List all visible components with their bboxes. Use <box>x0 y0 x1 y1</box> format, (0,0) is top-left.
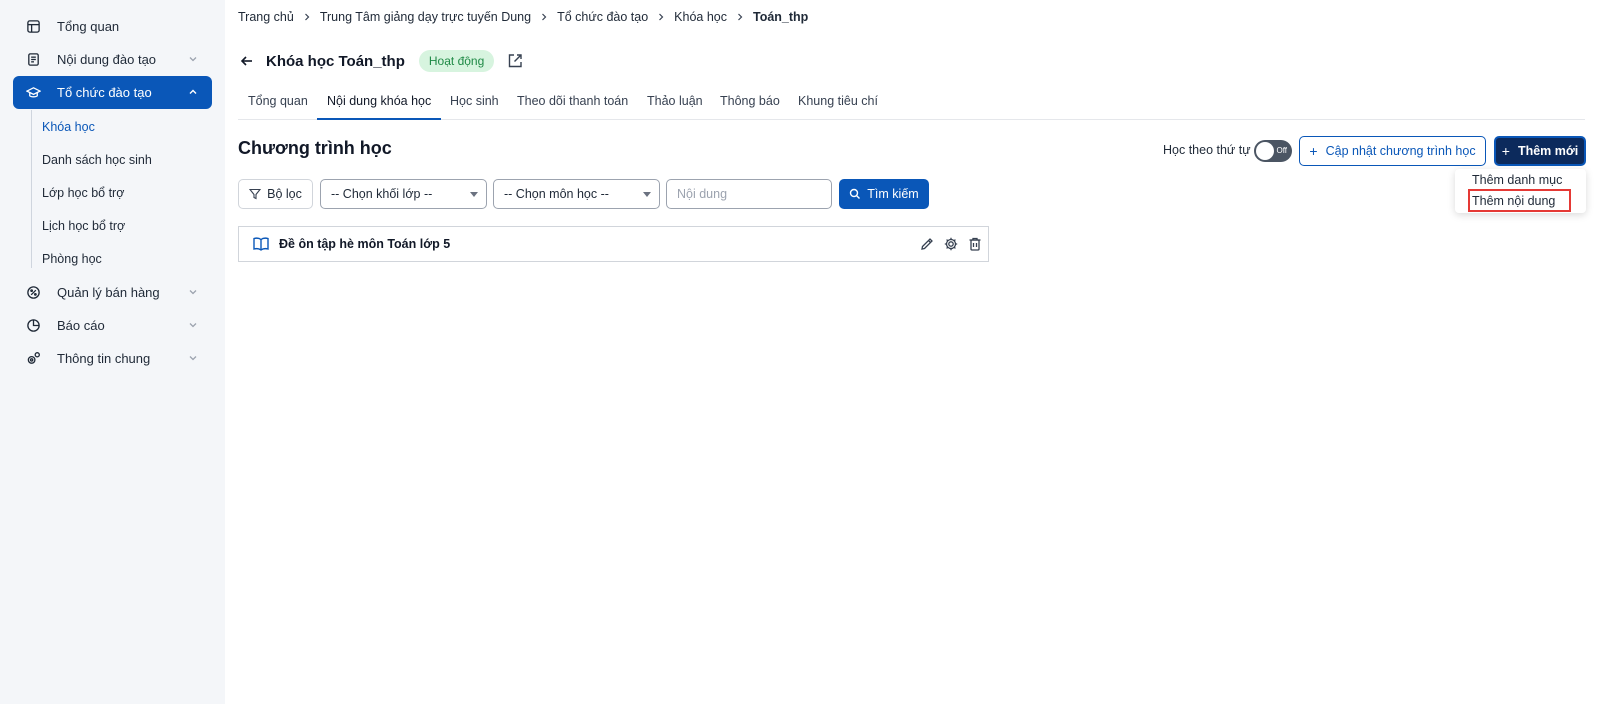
sidebar: Tổng quan Nội dung đào tạo Tổ chức đào t… <box>0 0 225 704</box>
section-title: Chương trình học <box>238 138 392 158</box>
sidebar-item-reports[interactable]: Báo cáo <box>13 309 212 342</box>
list-item[interactable]: Đề ôn tập hè môn Toán lớp 5 <box>238 226 989 262</box>
arrow-left-icon[interactable] <box>238 52 256 70</box>
filter-label: Bộ lọc <box>267 187 302 201</box>
sequential-learning-toggle[interactable]: Off <box>1254 140 1292 162</box>
sidebar-item-label: Tổng quan <box>57 19 120 34</box>
sidebar-item-training-content[interactable]: Nội dung đào tạo <box>13 43 212 76</box>
chevron-right-icon <box>659 13 664 21</box>
dashboard-icon <box>23 17 43 37</box>
status-badge: Hoạt động <box>418 50 495 72</box>
sidebar-subitem-supplementary-classes[interactable]: Lớp học bổ trợ <box>42 183 124 203</box>
page-header: Khóa học Toán_thp Hoạt động <box>238 48 524 74</box>
trash-icon[interactable] <box>967 236 983 252</box>
sidebar-item-training-organization[interactable]: Tổ chức đào tạo <box>13 76 212 109</box>
breadcrumb-current: Toán_thp <box>752 10 809 24</box>
menu-item-add-category[interactable]: Thêm danh mục <box>1472 173 1562 187</box>
search-button[interactable]: Tìm kiếm <box>839 179 929 209</box>
settings-icon <box>23 349 43 369</box>
list-item-title: Đề ôn tập hè môn Toán lớp 5 <box>279 237 451 251</box>
tab-payment-tracking[interactable]: Theo dõi thanh toán <box>507 88 638 120</box>
add-new-dropdown: Thêm danh mục Thêm nội dung <box>1455 169 1586 213</box>
tab-criteria[interactable]: Khung tiêu chí <box>788 88 888 120</box>
tab-students[interactable]: Học sinh <box>440 88 509 120</box>
search-icon <box>850 188 861 199</box>
caret-down-icon <box>470 192 478 197</box>
external-link-icon[interactable] <box>506 52 524 70</box>
filter-button[interactable]: Bộ lọc <box>238 179 313 209</box>
breadcrumb: Trang chủ Trung Tâm giảng dạy trực tuyến… <box>238 8 808 26</box>
sidebar-item-general-info[interactable]: Thông tin chung <box>13 342 212 375</box>
tab-overview[interactable]: Tổng quan <box>238 88 318 120</box>
submenu-guide-line <box>31 110 32 268</box>
highlight-box <box>1468 189 1571 212</box>
chevron-down-icon <box>189 356 197 361</box>
sidebar-subitem-classrooms[interactable]: Phòng học <box>42 249 102 269</box>
breadcrumb-training-organization[interactable]: Tổ chức đào tạo <box>557 10 648 24</box>
book-icon <box>253 237 269 251</box>
tab-course-content[interactable]: Nội dung khóa học <box>317 88 442 120</box>
chevron-right-icon <box>304 13 310 21</box>
grade-select[interactable]: -- Chọn khối lớp -- <box>320 179 487 209</box>
breadcrumb-courses[interactable]: Khóa học <box>674 10 727 24</box>
sidebar-subitem-student-list[interactable]: Danh sách học sinh <box>42 150 152 170</box>
sidebar-item-label: Thông tin chung <box>57 351 151 366</box>
page-title: Khóa học Toán_thp <box>266 52 405 70</box>
sidebar-item-label: Nội dung đào tạo <box>57 52 157 67</box>
grade-select-value: -- Chọn khối lớp -- <box>331 187 433 201</box>
tab-discussion[interactable]: Thảo luận <box>637 88 713 120</box>
filter-icon <box>249 188 262 200</box>
breadcrumb-center[interactable]: Trung Tâm giảng dạy trực tuyến Dung <box>320 10 531 24</box>
sidebar-subitem-courses[interactable]: Khóa học <box>42 117 95 137</box>
search-label: Tìm kiếm <box>867 187 919 201</box>
pie-chart-icon <box>23 316 43 336</box>
content-search-input[interactable] <box>666 179 832 209</box>
chevron-down-icon <box>189 290 197 295</box>
plus-icon: + <box>1501 143 1510 159</box>
caret-down-icon <box>643 192 651 197</box>
toggle-knob <box>1256 142 1274 160</box>
content-icon <box>23 50 43 70</box>
chevron-right-icon <box>542 13 547 21</box>
breadcrumb-home[interactable]: Trang chủ <box>238 10 294 24</box>
sidebar-subitem-supplementary-schedule[interactable]: Lịch học bổ trợ <box>42 216 125 236</box>
sales-icon <box>23 283 43 303</box>
chevron-down-icon <box>189 57 197 62</box>
graduation-cap-icon <box>23 83 43 103</box>
toggle-state-text: Off <box>1276 146 1287 155</box>
chevron-up-icon <box>189 89 197 94</box>
edit-icon[interactable] <box>919 236 935 252</box>
sidebar-item-label: Quản lý bán hàng <box>57 285 160 300</box>
tab-bar: Tổng quan Nội dung khóa học Học sinh The… <box>238 88 1585 120</box>
sidebar-item-label: Tổ chức đào tạo <box>57 85 152 100</box>
sidebar-item-label: Báo cáo <box>57 318 105 333</box>
update-curriculum-button[interactable]: + Cập nhật chương trình học <box>1299 136 1486 166</box>
chevron-down-icon <box>189 323 197 328</box>
sidebar-item-sales-management[interactable]: Quản lý bán hàng <box>13 276 212 309</box>
tab-notifications[interactable]: Thông báo <box>710 88 790 120</box>
sequential-learning-label: Học theo thứ tự <box>1163 143 1251 157</box>
sidebar-item-overview[interactable]: Tổng quan <box>13 10 212 43</box>
update-curriculum-label: Cập nhật chương trình học <box>1325 144 1476 158</box>
gear-icon[interactable] <box>943 236 959 252</box>
plus-icon: + <box>1309 143 1318 159</box>
add-new-label: Thêm mới <box>1517 144 1579 158</box>
subject-select[interactable]: -- Chọn môn học -- <box>493 179 660 209</box>
subject-select-value: -- Chọn môn học -- <box>504 187 609 201</box>
chevron-right-icon <box>738 13 743 21</box>
add-new-button[interactable]: + Thêm mới <box>1494 136 1586 166</box>
